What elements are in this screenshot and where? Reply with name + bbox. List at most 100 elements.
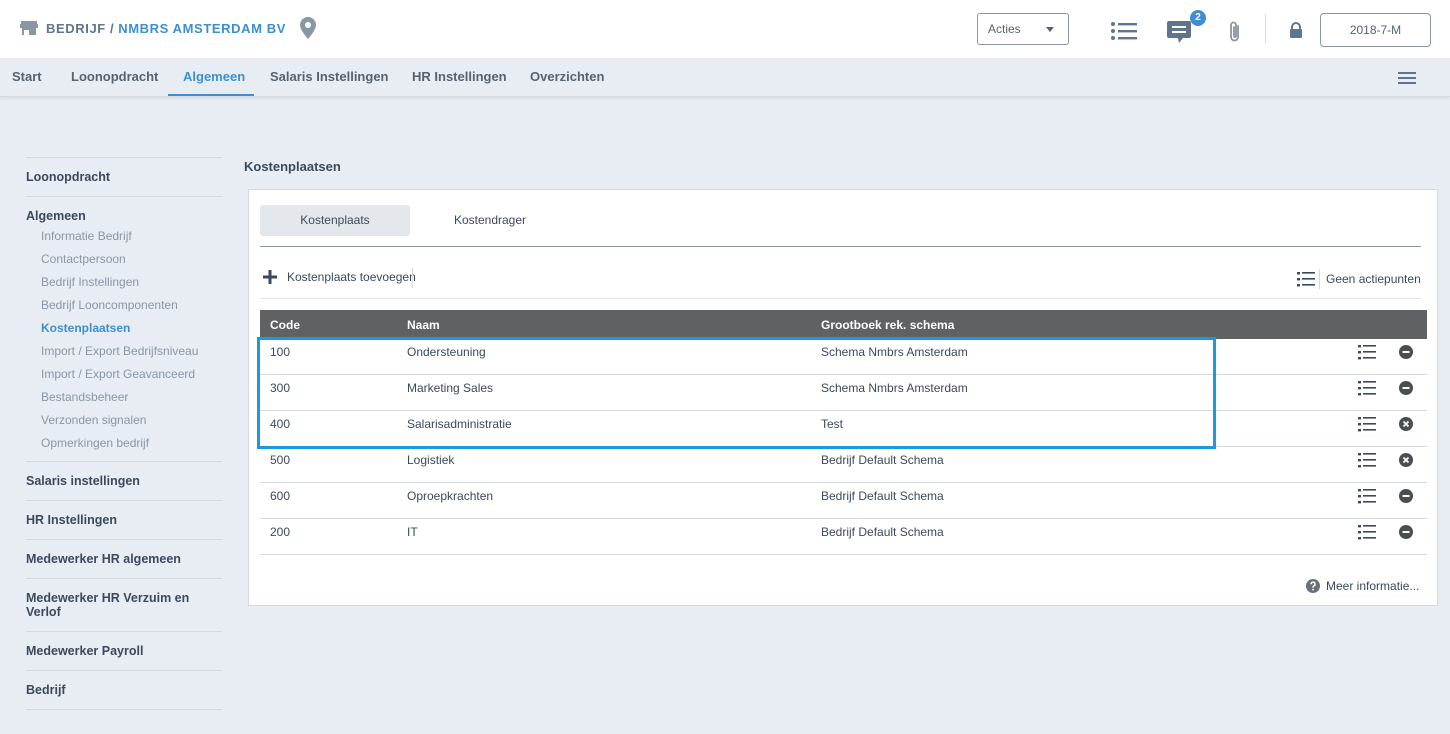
table-row[interactable]: 300 Marketing Sales Schema Nmbrs Amsterd…	[260, 375, 1427, 411]
sidebar-group-salaris: Salaris instellingen	[26, 462, 222, 500]
actions-dropdown-label: Acties	[988, 22, 1021, 36]
row-details-list-icon[interactable]	[1358, 416, 1376, 432]
messages-icon[interactable]	[1167, 20, 1191, 44]
action-points[interactable]: Geen actiepunten	[1297, 269, 1421, 289]
sidebar-item-verzonden-signalen[interactable]: Verzonden signalen	[41, 409, 222, 432]
messages-count-badge: 2	[1190, 10, 1206, 26]
sidebar-group-verzuim: Medewerker HR Verzuim en Verlof	[26, 579, 222, 631]
minus-circle-icon[interactable]	[1399, 489, 1413, 503]
tab-start[interactable]: Start	[12, 69, 42, 84]
cell-code: 500	[270, 453, 291, 467]
cell-code: 200	[270, 525, 291, 539]
table-header: Code Naam Grootboek rek. schema	[260, 310, 1427, 339]
sidebar-item-bestandsbeheer[interactable]: Bestandsbeheer	[41, 386, 222, 409]
sidebar-group-hr: HR Instellingen	[26, 501, 222, 539]
minus-circle-icon[interactable]	[1399, 345, 1413, 359]
sidebar-item-bedrijf-instellingen[interactable]: Bedrijf Instellingen	[41, 271, 222, 294]
sidebar-item-informatie-bedrijf[interactable]: Informatie Bedrijf	[41, 225, 222, 248]
sidebar-item-bedrijf[interactable]: Bedrijf	[26, 683, 222, 697]
cell-schema: Schema Nmbrs Amsterdam	[821, 345, 968, 359]
cell-schema: Bedrijf Default Schema	[821, 453, 944, 467]
cell-code: 300	[270, 381, 291, 395]
task-list-icon[interactable]	[1111, 21, 1137, 41]
add-kostenplaats-button[interactable]: Kostenplaats toevoegen	[263, 270, 416, 284]
row-details-list-icon[interactable]	[1358, 524, 1376, 540]
cell-naam: Oproepkrachten	[407, 489, 494, 503]
cell-schema: Test	[821, 417, 844, 431]
paperclip-icon[interactable]	[1227, 20, 1243, 44]
divider	[260, 246, 1421, 247]
header-divider	[1265, 14, 1266, 44]
tab-hr-instellingen[interactable]: HR Instellingen	[412, 69, 507, 84]
cell-naam: Salarisadministratie	[407, 417, 512, 431]
tab-salaris-instellingen[interactable]: Salaris Instellingen	[270, 69, 389, 84]
cell-schema: Schema Nmbrs Amsterdam	[821, 381, 968, 395]
more-info-link[interactable]: Meer informatie...	[1306, 579, 1419, 593]
x-circle-icon[interactable]	[1399, 417, 1413, 431]
page-title: Kostenplaatsen	[244, 159, 341, 174]
actions-dropdown[interactable]: Acties	[977, 13, 1069, 45]
subtab-kostenplaats[interactable]: Kostenplaats	[260, 205, 410, 236]
subtab-kostendrager[interactable]: Kostendrager	[415, 205, 565, 236]
sidebar-item-hr-instellingen[interactable]: HR Instellingen	[26, 513, 222, 527]
cell-naam: IT	[407, 525, 418, 539]
side-navigation: Loonopdracht Algemeen Informatie Bedrijf…	[26, 157, 222, 710]
table-row[interactable]: 200 IT Bedrijf Default Schema	[260, 519, 1427, 555]
cell-schema: Bedrijf Default Schema	[821, 525, 944, 539]
location-pin-icon[interactable]	[300, 17, 317, 39]
table-row[interactable]: 600 Oproepkrachten Bedrijf Default Schem…	[260, 483, 1427, 519]
store-icon	[20, 21, 38, 35]
chevron-down-icon	[1046, 27, 1054, 32]
column-header-code[interactable]: Code	[270, 318, 300, 332]
sidebar-item-medewerker-hr-algemeen[interactable]: Medewerker HR algemeen	[26, 552, 222, 566]
action-points-label: Geen actiepunten	[1326, 272, 1421, 286]
minus-circle-icon[interactable]	[1399, 381, 1413, 395]
sidebar-item-bedrijf-looncomponenten[interactable]: Bedrijf Looncomponenten	[41, 294, 222, 317]
divider	[1319, 269, 1320, 289]
tab-overzichten[interactable]: Overzichten	[530, 69, 604, 84]
row-details-list-icon[interactable]	[1358, 380, 1376, 396]
row-details-list-icon[interactable]	[1358, 488, 1376, 504]
more-info-label: Meer informatie...	[1326, 579, 1420, 593]
cell-schema: Bedrijf Default Schema	[821, 489, 944, 503]
table-row[interactable]: 400 Salarisadministratie Test	[260, 411, 1427, 447]
sidebar-item-import-export-bedrijfsniveau[interactable]: Import / Export Bedrijfsniveau	[41, 340, 222, 363]
sidebar-group-bedrijf: Bedrijf	[26, 671, 222, 709]
period-selector[interactable]: 2018-7-M	[1320, 13, 1431, 47]
sidebar-item-medewerker-hr-verzuim[interactable]: Medewerker HR Verzuim en Verlof	[26, 591, 222, 619]
cell-code: 100	[270, 345, 291, 359]
company-name[interactable]: NMBRS AMSTERDAM BV	[118, 21, 286, 36]
sidebar-group-medewerker-hr: Medewerker HR algemeen	[26, 540, 222, 578]
tab-loonopdracht[interactable]: Loonopdracht	[71, 69, 158, 84]
breadcrumb-root[interactable]: BEDRIJF /	[46, 21, 114, 36]
lock-icon[interactable]	[1289, 22, 1303, 38]
sidebar-item-opmerkingen-bedrijf[interactable]: Opmerkingen bedrijf	[41, 432, 222, 455]
list-icon	[1297, 272, 1315, 287]
hamburger-menu-icon[interactable]	[1398, 72, 1416, 84]
cell-naam: Ondersteuning	[407, 345, 486, 359]
row-details-list-icon[interactable]	[1358, 452, 1376, 468]
divider	[260, 298, 1421, 299]
column-header-schema[interactable]: Grootboek rek. schema	[821, 318, 954, 332]
sidebar-group-loonopdracht: Loonopdracht	[26, 158, 222, 196]
sidebar-item-medewerker-payroll[interactable]: Medewerker Payroll	[26, 644, 222, 658]
sidebar-item-contactpersoon[interactable]: Contactpersoon	[41, 248, 222, 271]
help-icon	[1306, 579, 1320, 593]
table-row[interactable]: 500 Logistiek Bedrijf Default Schema	[260, 447, 1427, 483]
sidebar-group-algemeen: Algemeen Informatie Bedrijf Contactperso…	[26, 197, 222, 461]
sidebar-item-loonopdracht[interactable]: Loonopdracht	[26, 170, 222, 184]
main-tab-bar: Start Loonopdracht Algemeen Salaris Inst…	[0, 58, 1450, 97]
column-header-naam[interactable]: Naam	[407, 318, 440, 332]
sidebar-item-salaris-instellingen[interactable]: Salaris instellingen	[26, 474, 222, 488]
active-tab-indicator	[168, 94, 254, 96]
sidebar-item-algemeen[interactable]: Algemeen	[26, 209, 222, 223]
table-row[interactable]: 100 Ondersteuning Schema Nmbrs Amsterdam	[260, 339, 1427, 375]
minus-circle-icon[interactable]	[1399, 525, 1413, 539]
divider	[412, 268, 413, 288]
x-circle-icon[interactable]	[1399, 453, 1413, 467]
tab-algemeen[interactable]: Algemeen	[183, 69, 245, 84]
sidebar-item-import-export-geavanceerd[interactable]: Import / Export Geavanceerd	[41, 363, 222, 386]
row-details-list-icon[interactable]	[1358, 344, 1376, 360]
sidebar-item-kostenplaatsen[interactable]: Kostenplaatsen	[41, 317, 222, 340]
sidebar-group-payroll: Medewerker Payroll	[26, 632, 222, 670]
